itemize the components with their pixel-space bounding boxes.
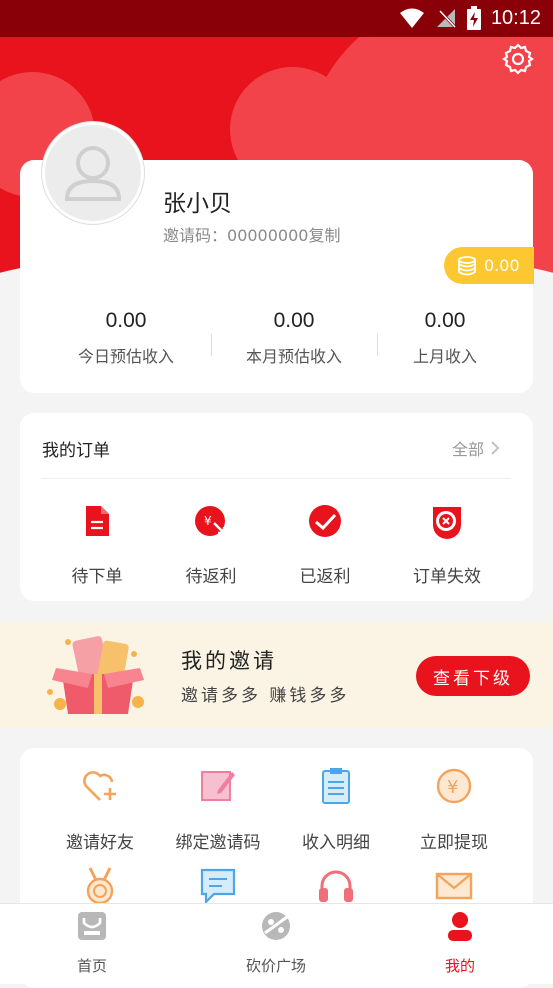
order-label: 订单失效 [413, 567, 481, 587]
order-invalid[interactable]: 订单失效 [392, 503, 502, 587]
profile-icon [448, 912, 472, 941]
stat-value: 0.00 [105, 309, 147, 332]
order-rebated[interactable]: 已返利 [270, 503, 380, 587]
invite-code-value: 00000000 [227, 226, 309, 245]
coin-balance-value: 0.00 [484, 256, 520, 275]
nav-mine[interactable]: 我的 [400, 909, 520, 976]
medal-icon [86, 867, 114, 905]
status-time: 10:12 [490, 6, 541, 29]
orders-all-link[interactable]: 全部 [452, 436, 500, 460]
gift-box-illustration [47, 636, 144, 714]
divider [41, 478, 511, 479]
home-icon [78, 912, 106, 940]
tool-income-detail[interactable]: 收入明细 [276, 766, 396, 853]
tool-withdraw[interactable]: ¥ 立即提现 [394, 766, 514, 853]
coins-icon [458, 255, 476, 275]
bargain-icon [262, 912, 290, 940]
svg-text:¥: ¥ [204, 514, 212, 528]
doc-icon [86, 506, 109, 536]
mail-icon [435, 872, 473, 900]
chevron-right-icon [491, 441, 500, 455]
user-placeholder-icon [64, 146, 122, 201]
stat-month-income: 0.00 本月预估收入 [214, 309, 374, 367]
invite-code-line: 邀请码：00000000复制 [163, 222, 340, 246]
tool-invite-friends[interactable]: 邀请好友 [40, 766, 160, 853]
invalid-icon [433, 507, 461, 539]
check-icon [309, 505, 341, 537]
invite-code-label: 邀请码： [163, 226, 228, 245]
coin-balance-badge[interactable]: 0.00 [444, 247, 534, 284]
order-pending[interactable]: 待下单 [42, 503, 152, 587]
stat-label: 本月预估收入 [245, 347, 342, 366]
invite-subtitle: 邀请多多 赚钱多多 [181, 686, 350, 706]
stat-label: 上月收入 [412, 347, 477, 366]
nav-home[interactable]: 首页 [32, 909, 152, 976]
username: 张小贝 [163, 191, 232, 217]
no-signal-icon [436, 9, 457, 29]
clipboard-icon [322, 768, 350, 804]
heart-plus-icon [83, 771, 116, 801]
svg-text:¥: ¥ [447, 777, 458, 798]
view-subordinates-button[interactable]: 查看下级 [416, 656, 530, 696]
bottom-nav: 首页 砍价广场 我的 [0, 903, 553, 984]
wifi-icon [399, 8, 424, 28]
nav-label: 我的 [444, 957, 475, 975]
avatar[interactable] [42, 122, 144, 224]
order-awaiting-rebate[interactable]: ¥ 待返利 [156, 503, 266, 587]
copy-invite-code-link[interactable]: 复制 [308, 226, 340, 245]
order-label: 待返利 [185, 567, 237, 587]
tool-label: 邀请好友 [66, 833, 134, 853]
divider [211, 334, 212, 356]
invite-title: 我的邀请 [181, 649, 277, 673]
stat-last-month-income: 0.00 上月收入 [365, 309, 525, 367]
tool-bind-invite-code[interactable]: 绑定邀请码 [158, 766, 278, 853]
stat-today-income: 0.00 今日预估收入 [46, 309, 206, 367]
yen-arrow-icon: ¥ [195, 506, 226, 536]
stat-label: 今日预估收入 [77, 347, 174, 366]
orders-title: 我的订单 [42, 441, 110, 461]
order-label: 待下单 [71, 567, 123, 587]
message-icon [200, 868, 236, 905]
battery-charging-icon [466, 6, 481, 30]
stat-value: 0.00 [424, 309, 466, 332]
tool-label: 绑定邀请码 [175, 833, 261, 853]
orders-all-label: 全部 [452, 440, 485, 459]
headset-icon [319, 870, 353, 902]
nav-label: 首页 [76, 957, 107, 975]
settings-button[interactable] [501, 42, 535, 76]
nav-bargain-square[interactable]: 砍价广场 [216, 909, 336, 976]
nav-label: 砍价广场 [245, 957, 306, 975]
yen-coin-icon: ¥ [436, 768, 472, 804]
stat-value: 0.00 [273, 309, 315, 332]
tool-label: 立即提现 [420, 833, 488, 853]
gear-icon [502, 43, 534, 75]
edit-icon [201, 771, 235, 801]
tool-label: 收入明细 [302, 833, 370, 853]
order-label: 已返利 [299, 567, 351, 587]
status-bar: 10:12 [0, 0, 553, 37]
